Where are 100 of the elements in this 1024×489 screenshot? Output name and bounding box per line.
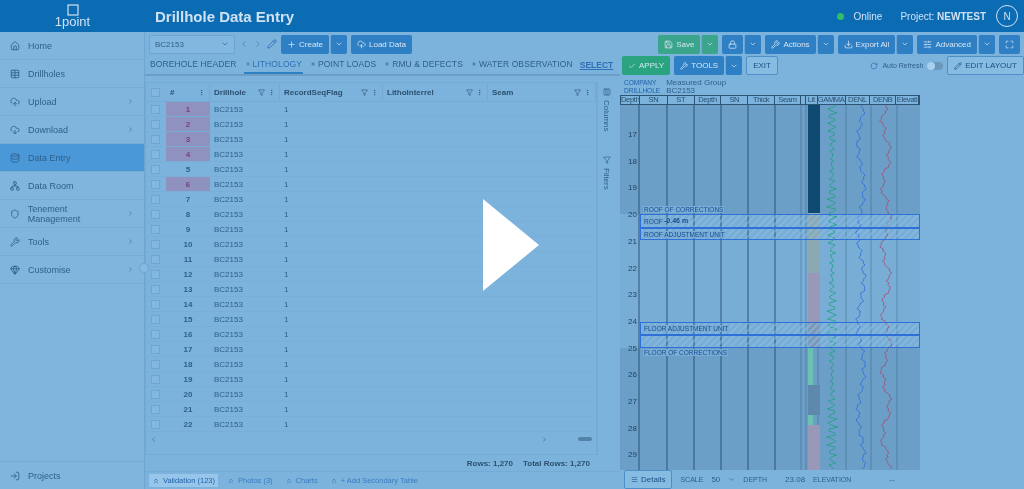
- table-cell-text: BC2153: [213, 328, 244, 341]
- sidebar-item[interactable]: Tools: [0, 228, 144, 256]
- table-cell-text: BC2153: [213, 283, 244, 296]
- table-cell-text: BC2153: [213, 343, 244, 356]
- column-header[interactable]: Drillhole: [210, 83, 280, 101]
- table-cell-text: 1: [283, 358, 290, 371]
- table-cell-text: BC2153: [213, 313, 244, 326]
- table-cell-text: BC2153: [213, 358, 244, 371]
- column-header[interactable]: LithoInterrel: [383, 83, 488, 101]
- table-cell-text: BC2153: [213, 418, 244, 431]
- table-cell-text: BC2153: [213, 388, 244, 401]
- depth-tick: 26: [627, 370, 637, 380]
- elevation-value: --: [889, 475, 895, 484]
- depth-tick: 23: [627, 290, 637, 300]
- table-cell-text: 1: [283, 313, 290, 326]
- table-cell-text: 1: [283, 373, 290, 386]
- exit-button[interactable]: EXIT: [746, 56, 778, 75]
- row-number-cell-text: 7: [184, 193, 192, 206]
- table-cell-text: 1: [283, 223, 290, 236]
- table-cell-text: 1: [283, 208, 290, 221]
- table-cell-text: 1: [283, 268, 290, 281]
- logo-text: 1point: [54, 16, 91, 28]
- drillhole-select[interactable]: BC2153: [149, 34, 235, 54]
- depth-tick: 25: [627, 343, 637, 353]
- sidebar-item[interactable]: Data Entry: [0, 144, 144, 172]
- rows-count: Rows: 1,270: [466, 458, 513, 468]
- table-cell-text: BC2153: [213, 163, 244, 176]
- depth-tick: 28: [627, 423, 637, 433]
- column-header[interactable]: #: [166, 83, 210, 101]
- table-cell-text: 1: [283, 253, 290, 266]
- row-number-cell-text: 20: [182, 388, 194, 401]
- select-link[interactable]: SELECT: [579, 60, 614, 70]
- project-name: Project: NEWTEST: [900, 10, 986, 22]
- row-number-cell-text: 17: [182, 343, 194, 356]
- table-cell-text: BC2153: [213, 193, 244, 206]
- table-cell-text: 1: [283, 178, 290, 191]
- save-button[interactable]: Save: [658, 34, 701, 54]
- create-button[interactable]: Create: [281, 34, 329, 54]
- scale-select[interactable]: 50: [711, 475, 721, 484]
- row-number-cell-text: 22: [182, 418, 194, 431]
- sidebar-item[interactable]: Projects: [0, 461, 144, 489]
- sidebar-item[interactable]: Tenement Management: [0, 200, 144, 228]
- row-number-cell: 4: [166, 147, 210, 161]
- depth-tick: 18: [627, 156, 637, 166]
- export-button[interactable]: Export All: [837, 34, 896, 54]
- table-cell-text: 1: [283, 163, 290, 176]
- table-cell-text: BC2153: [213, 148, 244, 161]
- table-cell-text: 1: [283, 283, 290, 296]
- side-panel-tab[interactable]: Filters: [602, 155, 611, 190]
- table-cell-text: 1: [283, 388, 290, 401]
- edit-layout-button[interactable]: EDIT LAYOUT: [947, 56, 1024, 75]
- column-header[interactable]: RecordSeqFlag: [280, 83, 383, 101]
- section-tab[interactable]: LITHOLOGY: [243, 56, 304, 74]
- table-cell-text: BC2153: [213, 373, 244, 386]
- load-data-button[interactable]: Load Data: [351, 34, 412, 54]
- row-number-cell: 3: [166, 132, 210, 146]
- table-cell-text: BC2153: [213, 268, 244, 281]
- table-cell-text: 1: [283, 403, 290, 416]
- depth-value: 23.08: [785, 475, 806, 484]
- row-number-cell-text: 13: [182, 283, 194, 296]
- row-number-cell-text: 12: [182, 268, 194, 281]
- side-panel-tab[interactable]: Columns: [602, 88, 611, 132]
- company-value: Measured Group: [666, 79, 727, 87]
- sidebar-item[interactable]: Drillholes: [0, 60, 144, 88]
- column-header[interactable]: Seam: [488, 83, 596, 101]
- depth-tick: 24: [627, 316, 637, 326]
- row-number-cell-text: 10: [182, 238, 194, 251]
- table-cell-text: BC2153: [213, 103, 244, 116]
- row-number-cell: 2: [166, 117, 210, 131]
- advanced-button[interactable]: Advanced: [917, 34, 977, 54]
- tools-button[interactable]: TOOLS: [674, 56, 725, 75]
- table-cell-text: 1: [283, 298, 290, 311]
- depth-tick: 21: [627, 236, 637, 246]
- apply-button[interactable]: APPLY: [622, 56, 671, 75]
- table-cell-text: BC2153: [213, 133, 244, 146]
- sidebar-item[interactable]: Data Room: [0, 172, 144, 200]
- table-cell-text: BC2153: [213, 118, 244, 131]
- actions-button[interactable]: Actions: [765, 34, 816, 54]
- table-cell-text: 1: [283, 118, 290, 131]
- page-title: Drillhole Data Entry: [155, 7, 295, 25]
- depth-tick: 17: [627, 130, 637, 139]
- table-cell-text: BC2153: [213, 298, 244, 311]
- table-cell-text: BC2153: [213, 253, 244, 266]
- row-number-cell-text: 14: [182, 298, 194, 311]
- row-number-cell-text: 15: [182, 313, 194, 326]
- depth-tick: 27: [627, 397, 637, 406]
- sidebar-item[interactable]: Upload: [0, 88, 144, 116]
- row-number-cell: 1: [166, 102, 210, 116]
- row-number-cell-text: 21: [182, 403, 194, 416]
- depth-tick: 20: [627, 210, 637, 220]
- sidebar-item[interactable]: Home: [0, 32, 144, 60]
- section-tab[interactable]: RMU & DEFECTS: [383, 56, 464, 74]
- depth-tick: 29: [627, 450, 637, 460]
- row-number-cell-text: 5: [184, 163, 192, 176]
- section-tab[interactable]: WATER OBSERVATION: [469, 56, 574, 74]
- section-tab[interactable]: POINT LOADS: [309, 56, 378, 74]
- row-number-cell-text: 8: [184, 208, 192, 221]
- details-button[interactable]: Details: [624, 470, 673, 489]
- section-tab[interactable]: BOREHOLE HEADER: [149, 56, 238, 74]
- table-cell-text: 1: [283, 238, 290, 251]
